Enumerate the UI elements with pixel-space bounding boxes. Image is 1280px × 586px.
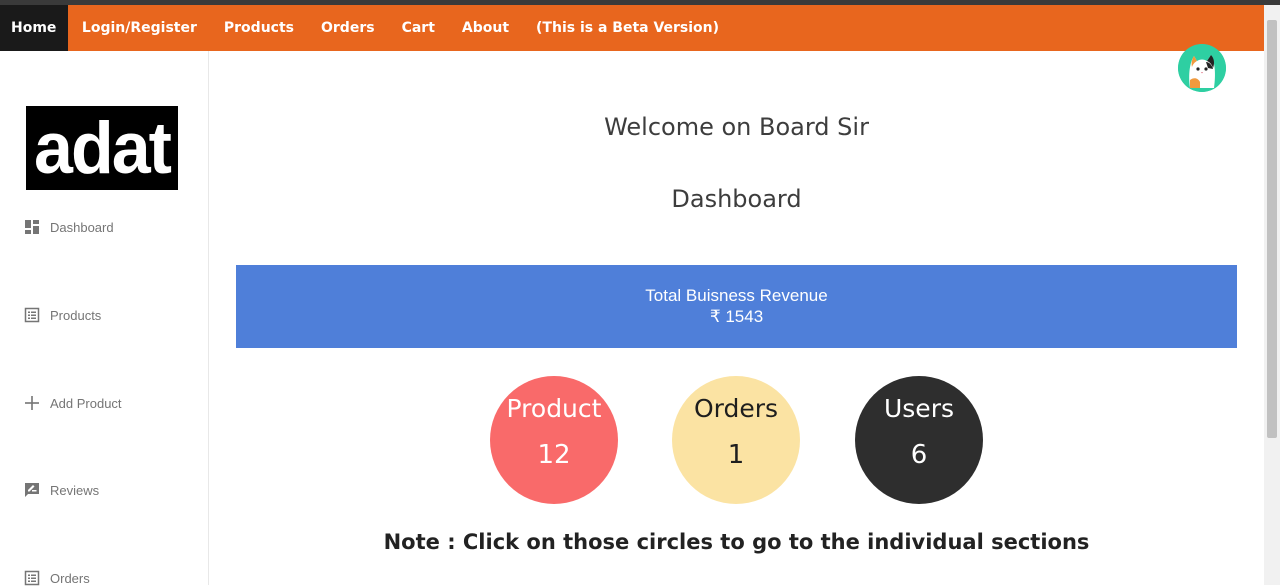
list-icon [24, 307, 42, 323]
sidebar-item-label: Orders [50, 570, 90, 586]
sidebar-item-products[interactable]: Products [24, 307, 101, 323]
nav-home[interactable]: Home [0, 5, 69, 51]
stat-label: Orders [693, 394, 779, 423]
sidebar-item-label: Reviews [50, 482, 100, 498]
instruction-note: Note : Click on those circles to go to t… [383, 530, 1090, 554]
product-stat-circle[interactable]: Product 12 [490, 376, 618, 504]
nav-about[interactable]: About [448, 5, 522, 51]
nav-login-register[interactable]: Login/Register [68, 5, 210, 51]
revenue-banner: Total Buisness Revenue ₹ 1543 [236, 265, 1237, 348]
revenue-label: Total Buisness Revenue [645, 286, 828, 305]
cat-icon [1178, 44, 1226, 92]
logo: adat [26, 106, 178, 190]
sidebar: adat Dashboard Products Add Product Revi… [0, 51, 209, 586]
stat-value: 12 [537, 440, 571, 470]
sidebar-item-orders[interactable]: Orders [24, 570, 90, 586]
dashboard-icon [24, 219, 42, 235]
nav-products[interactable]: Products [210, 5, 307, 51]
stat-label: Product [506, 394, 602, 423]
list-icon [24, 570, 42, 586]
top-navbar: Home Login/Register Products Orders Cart… [0, 5, 1280, 51]
users-stat-circle[interactable]: Users 6 [855, 376, 983, 504]
sidebar-item-label: Dashboard [50, 219, 114, 235]
stat-value: 6 [910, 440, 928, 470]
cat-avatar[interactable] [1178, 44, 1226, 92]
stat-value: 1 [727, 440, 745, 470]
page-title: Dashboard [671, 185, 802, 213]
sidebar-item-label: Add Product [50, 395, 122, 411]
orders-stat-circle[interactable]: Orders 1 [672, 376, 800, 504]
stat-label: Users [883, 394, 954, 423]
sidebar-item-label: Products [50, 307, 102, 323]
plus-icon [24, 395, 42, 411]
rate-review-icon [24, 482, 42, 498]
revenue-value: ₹ 1543 [709, 307, 764, 326]
nav-beta-notice[interactable]: (This is a Beta Version) [523, 5, 733, 51]
vertical-scrollbar[interactable] [1264, 5, 1280, 585]
sidebar-item-reviews[interactable]: Reviews [24, 482, 99, 498]
welcome-heading: Welcome on Board Sir [604, 113, 869, 141]
scrollbar-thumb[interactable] [1267, 20, 1277, 438]
nav-cart[interactable]: Cart [388, 5, 448, 51]
sidebar-item-dashboard[interactable]: Dashboard [24, 219, 114, 235]
nav-orders[interactable]: Orders [308, 5, 389, 51]
sidebar-item-add-product[interactable]: Add Product [24, 395, 122, 411]
logo-text: adat [34, 107, 172, 189]
